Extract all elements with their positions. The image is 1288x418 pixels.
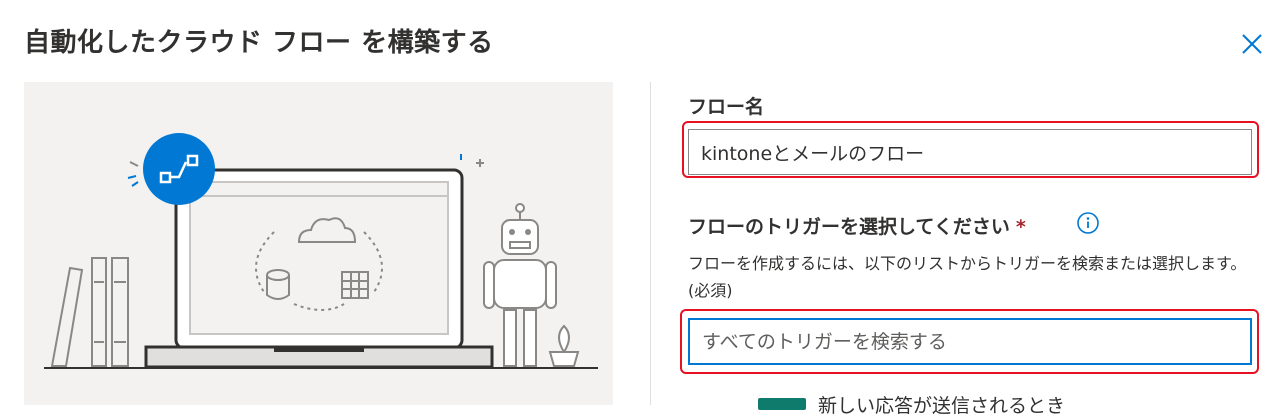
flow-name-input[interactable] bbox=[688, 129, 1252, 175]
trigger-description: フローを作成するには、以下のリストからトリガーを検索または選択します。(必須) bbox=[688, 254, 1247, 300]
required-mark: * bbox=[1015, 216, 1026, 238]
close-icon[interactable] bbox=[1238, 30, 1266, 58]
info-icon[interactable] bbox=[1076, 211, 1100, 235]
trigger-search-input[interactable] bbox=[688, 318, 1252, 365]
forms-app-icon bbox=[758, 398, 806, 410]
trigger-label-text: フローのトリガーを選択してください bbox=[688, 216, 1010, 238]
flow-name-label: フロー名 bbox=[688, 96, 765, 118]
flow-illustration bbox=[24, 82, 613, 405]
trigger-label: フローのトリガーを選択してください * bbox=[688, 212, 1026, 239]
dialog-title: 自動化したクラウド フロー を構築する bbox=[24, 28, 494, 58]
panel-divider bbox=[650, 82, 651, 405]
